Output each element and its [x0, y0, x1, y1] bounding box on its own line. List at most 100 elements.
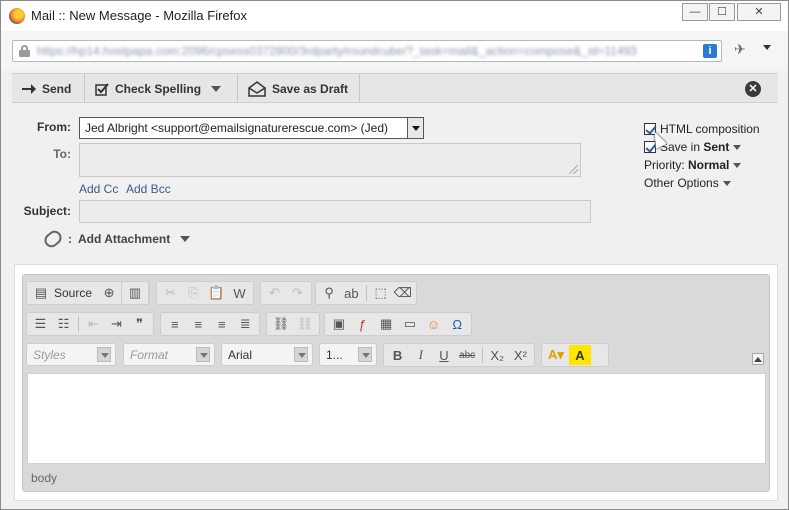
- extension-icon[interactable]: ✈: [734, 41, 746, 58]
- outdent-icon[interactable]: ⇤: [83, 314, 104, 334]
- subject-label: Subject:: [23, 204, 71, 218]
- chevron-down-icon[interactable]: [722, 180, 731, 186]
- to-field[interactable]: [79, 143, 581, 177]
- format-combo[interactable]: Format: [123, 343, 215, 366]
- text-color-icon[interactable]: A▾: [545, 345, 567, 365]
- strikethrough-icon[interactable]: abc: [457, 345, 478, 365]
- chevron-down-icon[interactable]: [294, 347, 308, 362]
- bold-icon[interactable]: B: [387, 345, 408, 365]
- add-bcc-link[interactable]: Add Bcc: [126, 182, 171, 196]
- styles-combo[interactable]: Styles: [26, 343, 116, 366]
- background-color-icon[interactable]: A: [569, 345, 591, 365]
- other-options-option[interactable]: Other Options: [644, 176, 731, 190]
- format-placeholder: Format: [130, 347, 169, 362]
- subject-field[interactable]: [79, 200, 591, 223]
- font-value: Arial: [228, 347, 253, 362]
- toolbar-group-clipboard: ✂ ⎘ 📋 W: [156, 281, 254, 305]
- paste-word-icon[interactable]: W: [229, 283, 250, 303]
- collapse-toolbar-icon[interactable]: [752, 353, 764, 365]
- chevron-down-icon[interactable]: [763, 45, 771, 50]
- select-all-icon[interactable]: ⬚: [370, 283, 390, 303]
- underline-icon[interactable]: U: [433, 345, 454, 365]
- other-options-label: Other Options: [644, 176, 719, 190]
- title-bar: Mail :: New Message - Mozilla Firefox — …: [1, 1, 788, 31]
- priority-option[interactable]: Priority: Normal: [644, 158, 742, 172]
- save-draft-button[interactable]: Save as Draft: [238, 74, 360, 103]
- font-combo[interactable]: Arial: [221, 343, 313, 366]
- lock-icon: [19, 45, 30, 57]
- paste-icon[interactable]: 📋: [206, 283, 227, 303]
- priority-value[interactable]: Normal: [688, 158, 729, 172]
- undo-icon[interactable]: ↶: [264, 283, 285, 303]
- window-title: Mail :: New Message - Mozilla Firefox: [31, 8, 247, 23]
- numbered-list-icon[interactable]: ☰: [30, 314, 51, 334]
- resize-grip-icon[interactable]: [569, 165, 578, 174]
- horizontal-rule-icon[interactable]: ▭: [399, 314, 421, 334]
- add-cc-link[interactable]: Add Cc: [79, 182, 118, 196]
- minimize-button[interactable]: —: [682, 3, 708, 21]
- align-center-icon[interactable]: ≡: [188, 314, 210, 334]
- toolbar-group-insert: ▣ ƒ ▦ ▭ ☺ Ω: [324, 312, 472, 336]
- chevron-down-icon[interactable]: [97, 347, 111, 362]
- from-label: From:: [37, 120, 71, 134]
- unlink-icon[interactable]: ⛓: [294, 314, 316, 334]
- font-size-value: 1...: [326, 347, 343, 362]
- find-icon[interactable]: ⚲: [319, 283, 339, 303]
- editor-body[interactable]: [27, 373, 766, 464]
- chevron-down-icon[interactable]: [733, 144, 742, 150]
- image-icon[interactable]: ▣: [328, 314, 350, 334]
- close-compose-icon[interactable]: ✕: [745, 81, 761, 97]
- firefox-icon: [9, 8, 25, 24]
- toolbar-group-lists: ☰ ☷ ⇤ ⇥ ❞: [26, 312, 154, 336]
- justify-icon[interactable]: ≣: [235, 314, 257, 334]
- replace-icon[interactable]: ab: [341, 283, 361, 303]
- special-char-icon[interactable]: Ω: [446, 314, 468, 334]
- chevron-down-icon[interactable]: [358, 347, 372, 362]
- html-composition-label: HTML composition: [660, 122, 760, 136]
- cut-icon[interactable]: ✂: [160, 283, 181, 303]
- redo-icon[interactable]: ↷: [287, 283, 308, 303]
- save-in-folder[interactable]: Sent: [703, 140, 729, 154]
- smiley-icon[interactable]: ☺: [423, 314, 445, 334]
- chevron-down-icon[interactable]: [733, 162, 742, 168]
- toolbar-group-history: ↶ ↷: [260, 281, 312, 305]
- send-button[interactable]: Send: [12, 74, 85, 103]
- to-label: To:: [53, 147, 71, 161]
- element-path[interactable]: body: [31, 471, 57, 485]
- check-spelling-label: Check Spelling: [115, 81, 202, 96]
- italic-icon[interactable]: I: [410, 345, 431, 365]
- blockquote-icon[interactable]: ❞: [129, 314, 150, 334]
- browser-window: Mail :: New Message - Mozilla Firefox — …: [0, 0, 789, 510]
- maximize-button[interactable]: ☐: [709, 3, 735, 21]
- align-left-icon[interactable]: ≡: [164, 314, 186, 334]
- indent-icon[interactable]: ⇥: [106, 314, 127, 334]
- chevron-down-icon: [211, 85, 222, 92]
- check-spelling-button[interactable]: Check Spelling: [85, 74, 238, 103]
- paperclip-icon: [41, 227, 65, 251]
- close-window-button[interactable]: ✕: [737, 3, 781, 21]
- template-icon[interactable]: ▥: [125, 283, 145, 303]
- chevron-down-icon[interactable]: [196, 347, 210, 362]
- from-value: Jed Albright <support@emailsignatureresc…: [85, 121, 388, 135]
- maximize-icon[interactable]: ⊕: [98, 283, 120, 303]
- bulleted-list-icon[interactable]: ☷: [53, 314, 74, 334]
- add-attachment-label: Add Attachment: [78, 232, 171, 246]
- info-icon[interactable]: i: [703, 44, 717, 58]
- copy-icon[interactable]: ⎘: [183, 283, 204, 303]
- link-icon[interactable]: ⛓: [270, 314, 292, 334]
- flash-icon[interactable]: ƒ: [352, 314, 374, 334]
- url-bar[interactable]: https://hp14.hostpapa.com:2096/cpsess037…: [12, 40, 722, 62]
- remove-format-icon[interactable]: ⌫: [393, 283, 413, 303]
- font-size-combo[interactable]: 1...: [319, 343, 377, 366]
- envelope-open-icon: [248, 80, 266, 97]
- subscript-icon[interactable]: X₂: [487, 345, 508, 365]
- chevron-down-icon[interactable]: [407, 118, 423, 138]
- add-attachment-button[interactable]: : Add Attachment: [41, 227, 191, 251]
- source-icon[interactable]: ▤: [30, 283, 52, 303]
- superscript-icon[interactable]: X²: [510, 345, 531, 365]
- table-icon[interactable]: ▦: [375, 314, 397, 334]
- compose-toolbar: Send Check Spelling Save as Draft ✕: [12, 73, 778, 103]
- align-right-icon[interactable]: ≡: [211, 314, 233, 334]
- source-label[interactable]: Source: [54, 286, 92, 300]
- from-select[interactable]: Jed Albright <support@emailsignatureresc…: [79, 117, 424, 139]
